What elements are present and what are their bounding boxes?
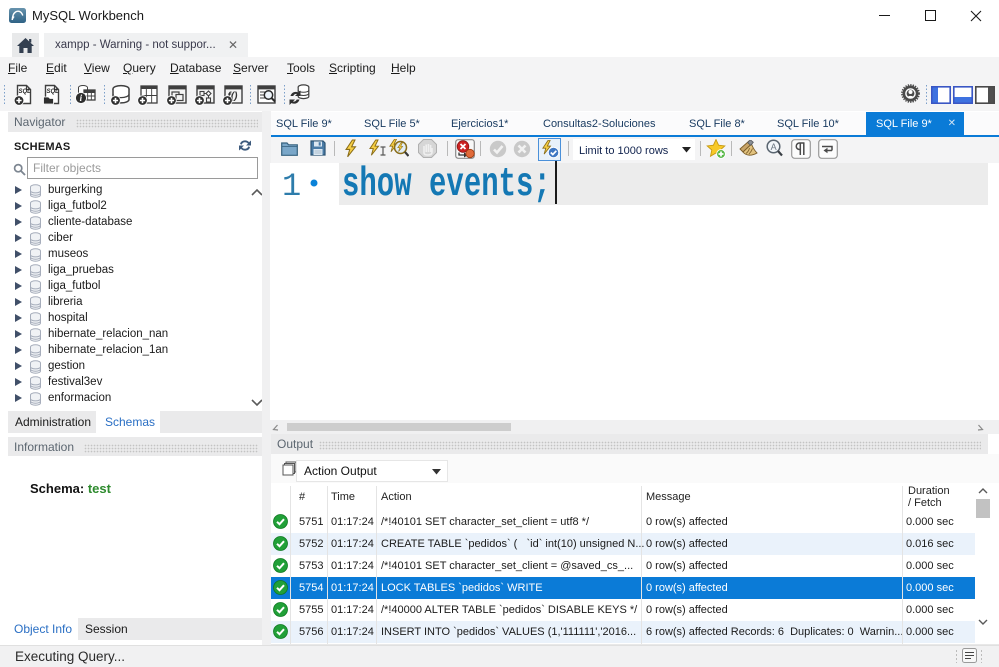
- svg-text:A: A: [771, 142, 777, 152]
- svg-text:SQL: SQL: [47, 89, 60, 95]
- svg-text:SQL: SQL: [19, 89, 32, 95]
